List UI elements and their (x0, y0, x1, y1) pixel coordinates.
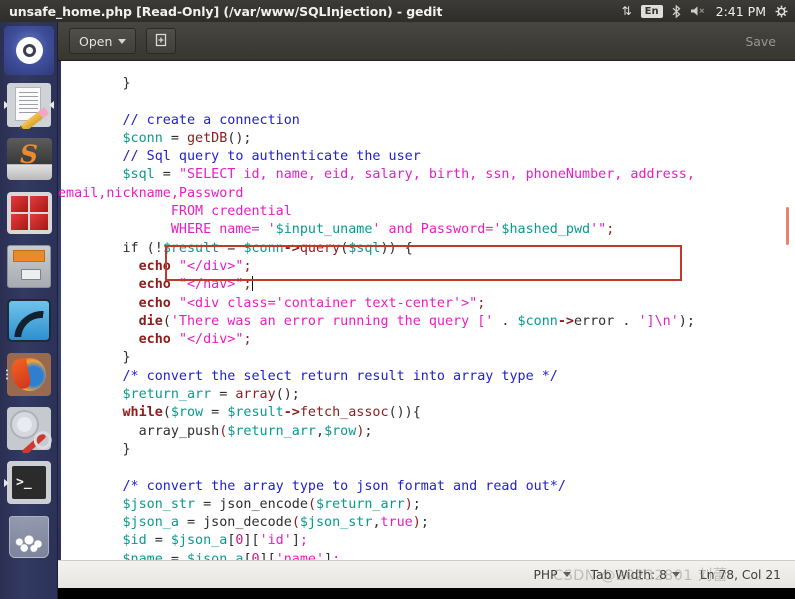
chevron-down-icon (118, 38, 127, 44)
unity-launcher: S • • • >_ (0, 22, 58, 599)
vmware-icon (6, 191, 52, 234)
language-label: PHP (533, 567, 558, 582)
code-editor-area[interactable]: } // create a connection $conn = getDB()… (58, 61, 795, 571)
language-selector[interactable]: PHP (533, 567, 571, 582)
php-source-code[interactable]: } // create a connection $conn = getDB()… (58, 61, 695, 571)
save-button-label: Save (745, 33, 776, 49)
launcher-item-gedit[interactable] (4, 80, 54, 129)
text-editor-icon (7, 82, 51, 129)
new-document-icon (154, 33, 168, 50)
trash-icon (9, 515, 49, 558)
launcher-item-sublime-text[interactable]: S (4, 134, 54, 183)
cursor-position-label: Ln 78, Col 21 (699, 567, 781, 582)
launcher-item-ubuntu-dash[interactable] (4, 26, 54, 75)
desktop-top-panel: unsafe_home.php [Read-Only] (/var/www/SQ… (0, 0, 795, 22)
launcher-item-trash[interactable] (4, 512, 54, 561)
bottom-black-strip (58, 588, 795, 599)
gedit-headerbar: Open Save (58, 22, 795, 61)
launcher-focused-arrow-icon (49, 100, 54, 109)
save-button[interactable]: Save (736, 28, 785, 54)
text-cursor (251, 276, 253, 292)
launcher-running-arrow-icon (4, 478, 9, 487)
launcher-multi-window-pips-icon: • • • (5, 366, 10, 383)
launcher-item-files[interactable] (4, 242, 54, 291)
open-button[interactable]: Open (69, 28, 137, 54)
system-tray: ⇅ En 2:41 PM (622, 4, 795, 19)
gedit-window: Open Save } // create a connection $conn… (58, 22, 795, 599)
launcher-item-vmware[interactable] (4, 188, 54, 237)
wireshark-fin-icon (7, 299, 51, 342)
tab-width-selector[interactable]: Tab Width: 8 (591, 568, 680, 582)
keyboard-layout-indicator[interactable]: En (640, 4, 663, 18)
gear-icon[interactable] (775, 5, 788, 18)
chevron-down-icon (562, 572, 571, 577)
gear-wrench-icon (7, 407, 51, 453)
tab-width-label: Tab Width: 8 (590, 567, 667, 582)
launcher-item-terminal[interactable]: >_ (4, 458, 54, 507)
window-title: unsafe_home.php [Read-Only] (/var/www/SQ… (9, 3, 443, 19)
open-button-label: Open (79, 33, 113, 49)
clock[interactable]: 2:41 PM (716, 4, 766, 19)
gedit-statusbar: PHP Tab Width: 8 Ln 78, Col 21 (58, 560, 795, 588)
file-manager-icon (7, 245, 51, 288)
launcher-item-firefox[interactable]: • • • (4, 350, 54, 399)
chevron-down-icon (671, 572, 680, 577)
sublime-icon: S (6, 137, 52, 180)
cursor-position-indicator: Ln 78, Col 21 (700, 568, 781, 582)
launcher-item-system-settings[interactable] (4, 404, 54, 453)
bluetooth-icon[interactable] (672, 4, 681, 18)
network-updown-icon[interactable]: ⇅ (622, 5, 632, 17)
ubuntu-logo-icon (4, 26, 54, 75)
launcher-item-wireshark[interactable] (4, 296, 54, 345)
new-document-button[interactable] (146, 28, 177, 54)
terminal-icon: >_ (7, 461, 51, 504)
volume-muted-icon[interactable] (690, 5, 707, 17)
firefox-icon (7, 353, 51, 396)
scrollbar-position-marker[interactable] (786, 207, 789, 245)
